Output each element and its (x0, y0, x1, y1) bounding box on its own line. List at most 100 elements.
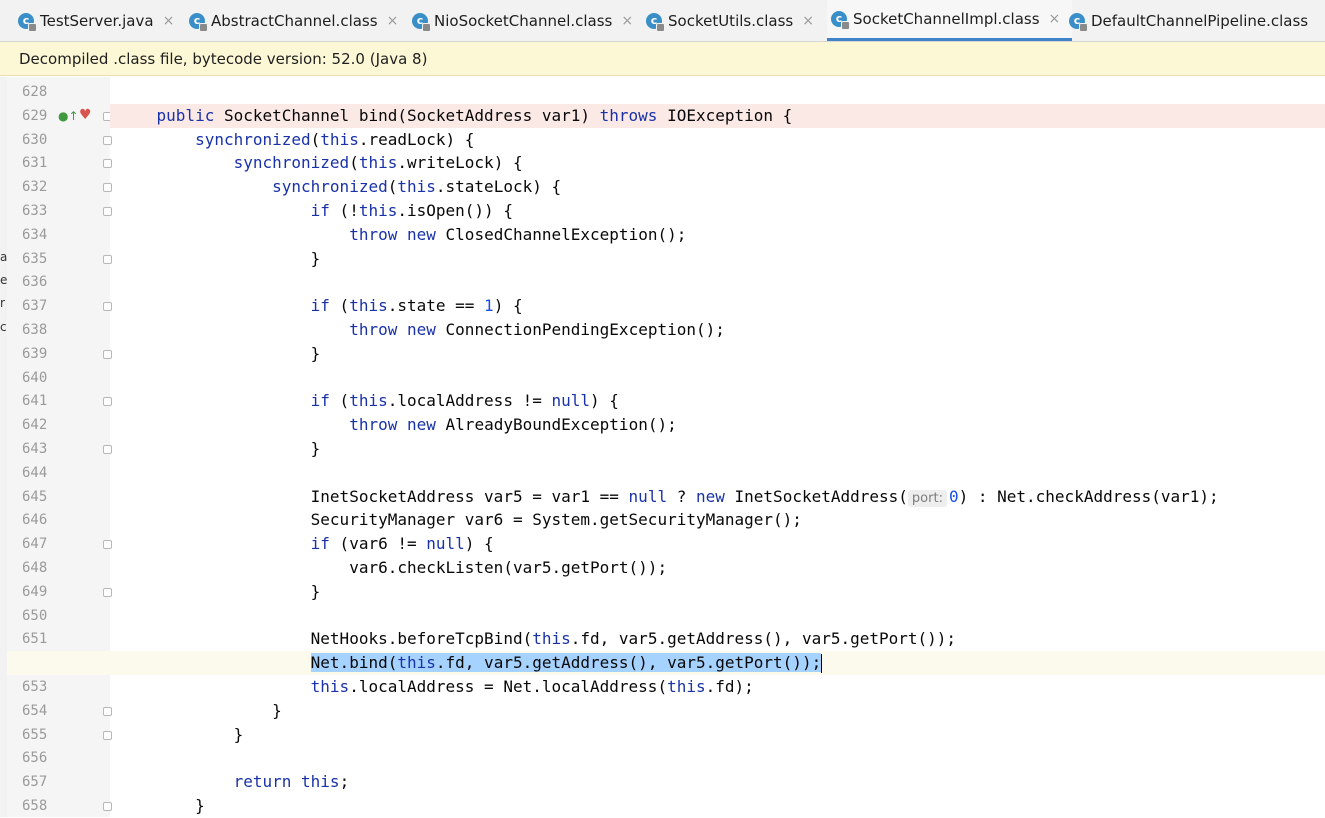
fold-end-icon[interactable] (103, 349, 112, 359)
code-line[interactable]: if (!this.isOpen()) { (118, 199, 513, 223)
caret-gutter-highlight (7, 651, 110, 676)
line-number: 638 (22, 322, 48, 338)
tab-socketchannelimpl[interactable]: c SocketChannelImpl.class × (827, 0, 1073, 41)
line-number: 658 (22, 798, 48, 814)
code-line[interactable]: SecurityManager var6 = System.getSecurit… (118, 508, 802, 532)
line-number: 643 (22, 441, 48, 457)
decompiled-notice-banner: Decompiled .class file, bytecode version… (0, 42, 1325, 76)
class-file-icon: c (646, 12, 665, 32)
code-line[interactable]: throw new ClosedChannelException(); (118, 223, 686, 247)
tab-socketutils[interactable]: c SocketUtils.class × (642, 0, 814, 41)
line-number: 647 (22, 536, 48, 553)
code-line[interactable]: Net.bind(this.fd, var5.getAddress(), var… (118, 651, 823, 675)
line-number: 629 (22, 107, 48, 124)
code-line[interactable]: InetSocketAddress var5 = var1 == null ? … (118, 485, 1219, 509)
tab-niosocketchannel[interactable]: c NioSocketChannel.class × (408, 0, 633, 41)
code-line[interactable]: if (this.localAddress != null) { (118, 389, 619, 413)
class-file-icon: c (18, 12, 37, 32)
tab-testserver[interactable]: c TestServer.java × (14, 0, 174, 41)
code-line[interactable]: var6.checkListen(var5.getPort()); (118, 556, 667, 580)
text-selection: Net.bind(this.fd, var5.getAddress(), var… (310, 653, 822, 673)
fold-expand-icon[interactable] (103, 159, 112, 169)
code-line[interactable]: } (118, 699, 282, 723)
fold-expand-icon[interactable] (103, 183, 112, 193)
code-line[interactable]: this.localAddress = Net.localAddress(thi… (118, 675, 754, 699)
line-number: 639 (22, 345, 48, 362)
line-number: 630 (22, 131, 48, 148)
banner-text: Decompiled .class file, bytecode version… (19, 50, 428, 68)
line-number-gutter[interactable]: 628 629 630 631 632 633 634 635 636 637 638 639 640 6… (7, 77, 112, 817)
fold-expand-icon[interactable] (103, 540, 112, 550)
fold-end-icon[interactable] (103, 254, 112, 264)
close-tab-icon[interactable]: × (1049, 11, 1061, 27)
fold-end-icon[interactable] (103, 587, 112, 597)
line-number: 657 (22, 774, 48, 791)
code-line[interactable]: } (118, 342, 321, 366)
code-line[interactable]: } (118, 247, 321, 271)
line-number: 646 (22, 512, 48, 529)
code-line[interactable]: if (var6 != null) { (118, 532, 494, 556)
line-number: 644 (22, 464, 48, 481)
tab-label: SocketChannelImpl.class (853, 10, 1040, 28)
close-tab-icon[interactable]: × (802, 13, 814, 29)
class-file-icon: c (412, 12, 431, 32)
line-number: 645 (22, 488, 48, 505)
implements-method-icon[interactable]: ●↑ (58, 109, 79, 123)
method-breakpoint-icon[interactable]: ♥ (79, 108, 92, 122)
tab-label: NioSocketChannel.class (434, 11, 613, 30)
line-number: 632 (22, 179, 48, 196)
text-caret (821, 654, 823, 674)
code-line[interactable]: public SocketChannel bind(SocketAddress … (118, 104, 793, 128)
tab-abstractchannel[interactable]: c AbstractChannel.class × (185, 0, 398, 41)
code-line[interactable]: throw new ConnectionPendingException(); (118, 318, 725, 342)
strip-text: r (0, 296, 5, 310)
line-number: 656 (22, 750, 48, 767)
class-file-icon: c (1069, 12, 1088, 32)
fold-end-icon[interactable] (103, 706, 112, 716)
code-line[interactable]: if (this.state == 1) { (118, 294, 523, 318)
close-tab-icon[interactable]: × (163, 13, 175, 29)
line-number: 654 (22, 702, 48, 719)
fold-expand-icon[interactable] (103, 302, 112, 312)
code-editor[interactable]: aerc 628 629 630 631 632 633 634 635 636 637 638 63… (0, 77, 1325, 817)
code-line[interactable]: NetHooks.beforeTcpBind(this.fd, var5.get… (118, 627, 956, 651)
line-number: 651 (22, 631, 48, 648)
line-number: 633 (22, 203, 48, 219)
fold-end-icon[interactable] (103, 802, 112, 811)
fold-expand-icon[interactable] (103, 207, 112, 216)
line-number: 637 (22, 298, 48, 315)
parameter-hint: port: (907, 489, 947, 507)
code-line[interactable]: } (118, 723, 244, 747)
fold-end-icon[interactable] (103, 730, 112, 740)
fold-expand-icon[interactable] (103, 397, 112, 407)
class-file-icon: c (189, 12, 208, 32)
line-number: 650 (22, 607, 48, 624)
tab-label: SocketUtils.class (668, 11, 794, 30)
line-number: 635 (22, 250, 48, 267)
tab-label: TestServer.java (40, 11, 154, 30)
line-number: 642 (22, 417, 48, 434)
close-tab-icon[interactable]: × (621, 13, 633, 29)
code-line[interactable]: } (118, 580, 321, 604)
close-tab-icon[interactable]: × (387, 13, 399, 29)
code-line[interactable]: throw new AlreadyBoundException(); (118, 413, 677, 437)
strip-text: c (0, 320, 7, 334)
editor-tab-bar: c TestServer.java × c AbstractChannel.class ×… (0, 0, 1325, 42)
line-number: 655 (22, 726, 48, 743)
code-line[interactable]: } (118, 794, 205, 818)
line-number: 653 (22, 679, 48, 695)
fold-expand-icon[interactable] (103, 135, 112, 145)
code-line[interactable]: synchronized(this.writeLock) { (118, 151, 523, 175)
tab-defaultchannelpipeline[interactable]: c DefaultChannelPipeline.class (1065, 0, 1308, 41)
code-line[interactable]: synchronized(this.readLock) { (118, 128, 474, 152)
code-line[interactable]: synchronized(this.stateLock) { (118, 175, 561, 199)
line-number: 634 (22, 226, 48, 243)
fold-end-icon[interactable] (103, 445, 112, 454)
code-line[interactable]: } (118, 437, 321, 461)
code-line[interactable]: return this; (118, 770, 350, 794)
line-number: 640 (22, 369, 48, 386)
line-number: 636 (22, 274, 48, 291)
line-number: 628 (22, 84, 48, 100)
class-file-icon: c (831, 11, 850, 30)
line-number: 631 (22, 155, 48, 172)
